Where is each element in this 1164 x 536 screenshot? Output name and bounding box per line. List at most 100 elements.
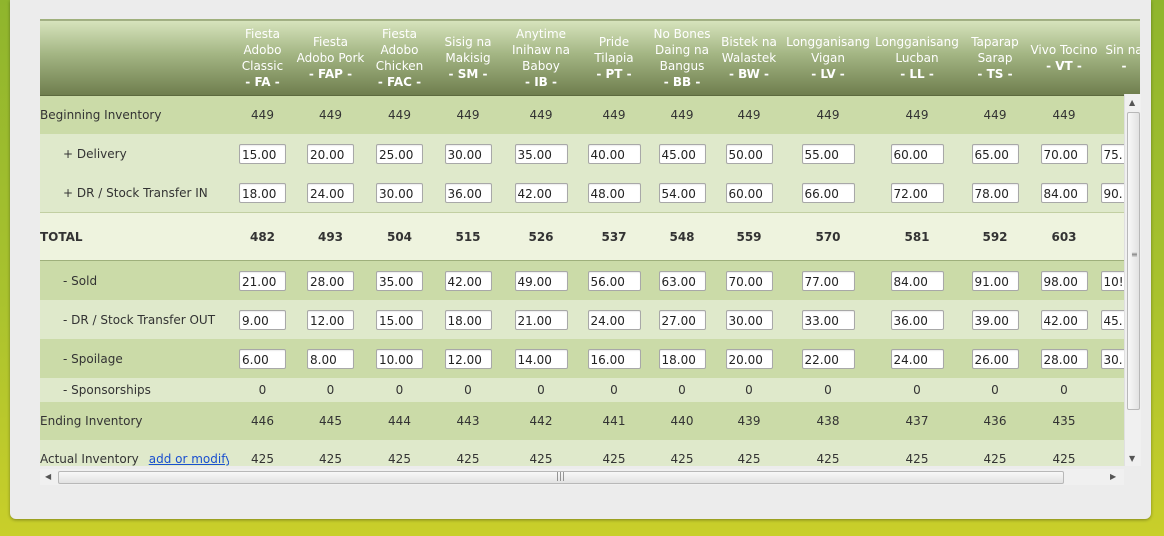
scroll-up-icon[interactable]: ▲ <box>1129 98 1135 107</box>
sold-input[interactable]: 35.00 <box>376 270 423 291</box>
spoilage-input[interactable]: 20.00 <box>725 348 773 369</box>
delivery-input[interactable]: 45.00 <box>658 143 706 164</box>
scroll-left-icon[interactable]: ◀ <box>45 472 51 481</box>
dr-out-input[interactable]: 24.00 <box>587 309 641 330</box>
sold-input[interactable]: 98.00 <box>1040 270 1088 291</box>
dr-out-input[interactable]: 36.00 <box>890 309 944 330</box>
spoilage-input[interactable]: 26.00 <box>971 348 1019 369</box>
sold-input[interactable]: 56.00 <box>587 270 641 291</box>
column-name: No Bones Daing na Bangus <box>653 26 711 73</box>
dr-in-input[interactable]: 54.00 <box>658 182 706 203</box>
horizontal-scroll-thumb[interactable]: ||| <box>58 471 1064 484</box>
scroll-down-icon[interactable]: ▼ <box>1129 454 1135 463</box>
value-cell: 559 <box>716 212 782 261</box>
dr-in-input[interactable]: 66.00 <box>801 182 855 203</box>
spoilage-input[interactable]: 14.00 <box>514 348 568 369</box>
sold-input[interactable]: 70.00 <box>725 270 773 291</box>
sold-input[interactable]: 42.00 <box>444 270 492 291</box>
value-cell: 449 <box>874 95 960 134</box>
spoilage-input[interactable]: 18.00 <box>658 348 706 369</box>
dr-in-input[interactable]: 36.00 <box>444 182 492 203</box>
row-label: - Sponsorships <box>40 378 229 402</box>
dr-in-input[interactable]: 42.00 <box>514 182 568 203</box>
dr-in-input[interactable]: 48.00 <box>587 182 641 203</box>
dr-out-input[interactable]: 27.00 <box>658 309 706 330</box>
cell-value: 449 <box>1052 108 1076 122</box>
dr-out-input[interactable]: 33.00 <box>801 309 855 330</box>
dr-in-input[interactable]: 18.00 <box>239 182 286 203</box>
dr-out-input[interactable]: 42.00 <box>1040 309 1088 330</box>
vertical-scrollbar[interactable]: ▲ ≡ ▼ <box>1124 94 1141 466</box>
dr-out-input[interactable]: 9.00 <box>239 309 286 330</box>
value-cell: 445 <box>296 402 365 440</box>
dr-in-input[interactable]: 30.00 <box>376 182 423 203</box>
cell-value: 425 <box>529 452 553 466</box>
dr-in-input[interactable]: 60.00 <box>725 182 773 203</box>
delivery-input[interactable]: 60.00 <box>890 143 944 164</box>
delivery-input[interactable]: 20.00 <box>307 143 354 164</box>
header-corner <box>40 19 229 96</box>
value-cell: 8.00 <box>296 339 365 378</box>
row-label: - Spoilage <box>40 339 229 378</box>
sold-input[interactable]: 49.00 <box>514 270 568 291</box>
delivery-input[interactable]: 70.00 <box>1040 143 1088 164</box>
value-cell: 16.00 <box>580 339 648 378</box>
cell-value: 425 <box>388 452 411 466</box>
horizontal-scrollbar[interactable]: ◀ ||| ▶ <box>40 469 1124 485</box>
spoilage-input[interactable]: 10.00 <box>376 348 423 369</box>
dr-in-input[interactable]: 78.00 <box>971 182 1019 203</box>
spoilage-input[interactable]: 6.00 <box>239 348 286 369</box>
spoilage-input[interactable]: 8.00 <box>307 348 354 369</box>
value-cell: 425 <box>229 440 296 466</box>
value-cell: 50.00 <box>716 134 782 173</box>
spoilage-input[interactable]: 12.00 <box>444 348 492 369</box>
value-cell: 592 <box>960 212 1030 261</box>
spoilage-input[interactable]: 16.00 <box>587 348 641 369</box>
sold-input[interactable]: 63.00 <box>658 270 706 291</box>
dr-in-input[interactable]: 72.00 <box>890 182 944 203</box>
spoilage-input[interactable]: 22.00 <box>801 348 855 369</box>
value-cell: 18.00 <box>229 173 296 213</box>
delivery-input[interactable]: 50.00 <box>725 143 773 164</box>
delivery-input[interactable]: 40.00 <box>587 143 641 164</box>
spoilage-input[interactable]: 24.00 <box>890 348 944 369</box>
delivery-input[interactable]: 30.00 <box>444 143 492 164</box>
value-cell: 49.00 <box>502 260 580 300</box>
delivery-input[interactable]: 25.00 <box>376 143 423 164</box>
sold-input[interactable]: 28.00 <box>307 270 354 291</box>
dr-in-input[interactable]: 84.00 <box>1040 182 1088 203</box>
value-cell: 63.00 <box>648 260 716 300</box>
sold-input[interactable]: 84.00 <box>890 270 944 291</box>
value-cell: 548 <box>648 212 716 261</box>
column-header: Longganisang Lucban - LL - <box>874 19 960 96</box>
dr-out-input[interactable]: 12.00 <box>307 309 354 330</box>
sold-input[interactable]: 21.00 <box>239 270 286 291</box>
spoilage-input[interactable]: 28.00 <box>1040 348 1088 369</box>
vertical-scroll-thumb[interactable]: ≡ <box>1127 112 1140 410</box>
dr-out-input[interactable]: 39.00 <box>971 309 1019 330</box>
sold-input[interactable]: 91.00 <box>971 270 1019 291</box>
dr-out-input[interactable]: 18.00 <box>444 309 492 330</box>
dr-out-input[interactable]: 21.00 <box>514 309 568 330</box>
dr-out-input[interactable]: 30.00 <box>725 309 773 330</box>
delivery-input[interactable]: 35.00 <box>514 143 568 164</box>
delivery-input[interactable]: 55.00 <box>801 143 855 164</box>
sold-input[interactable]: 77.00 <box>801 270 855 291</box>
column-code: - LV - <box>811 66 845 81</box>
column-name: Vivo Tocino <box>1030 42 1098 57</box>
scroll-right-icon[interactable]: ▶ <box>1110 472 1116 481</box>
add-or-modify-link[interactable]: add or modify <box>149 452 229 466</box>
value-cell: 24.00 <box>296 173 365 213</box>
grip-icon: ||| <box>556 472 566 482</box>
value-cell: 0 <box>874 378 960 402</box>
delivery-input[interactable]: 65.00 <box>971 143 1019 164</box>
column-code: - IB - <box>525 74 557 89</box>
cell-value: 537 <box>601 229 627 244</box>
column-name: Bistek na Walastek <box>721 34 777 65</box>
dr-in-input[interactable]: 24.00 <box>307 182 354 203</box>
cell-value: 592 <box>982 229 1008 244</box>
value-cell: 0 <box>782 378 874 402</box>
dr-out-input[interactable]: 15.00 <box>376 309 423 330</box>
column-code: - FA - <box>245 74 280 89</box>
delivery-input[interactable]: 15.00 <box>239 143 286 164</box>
